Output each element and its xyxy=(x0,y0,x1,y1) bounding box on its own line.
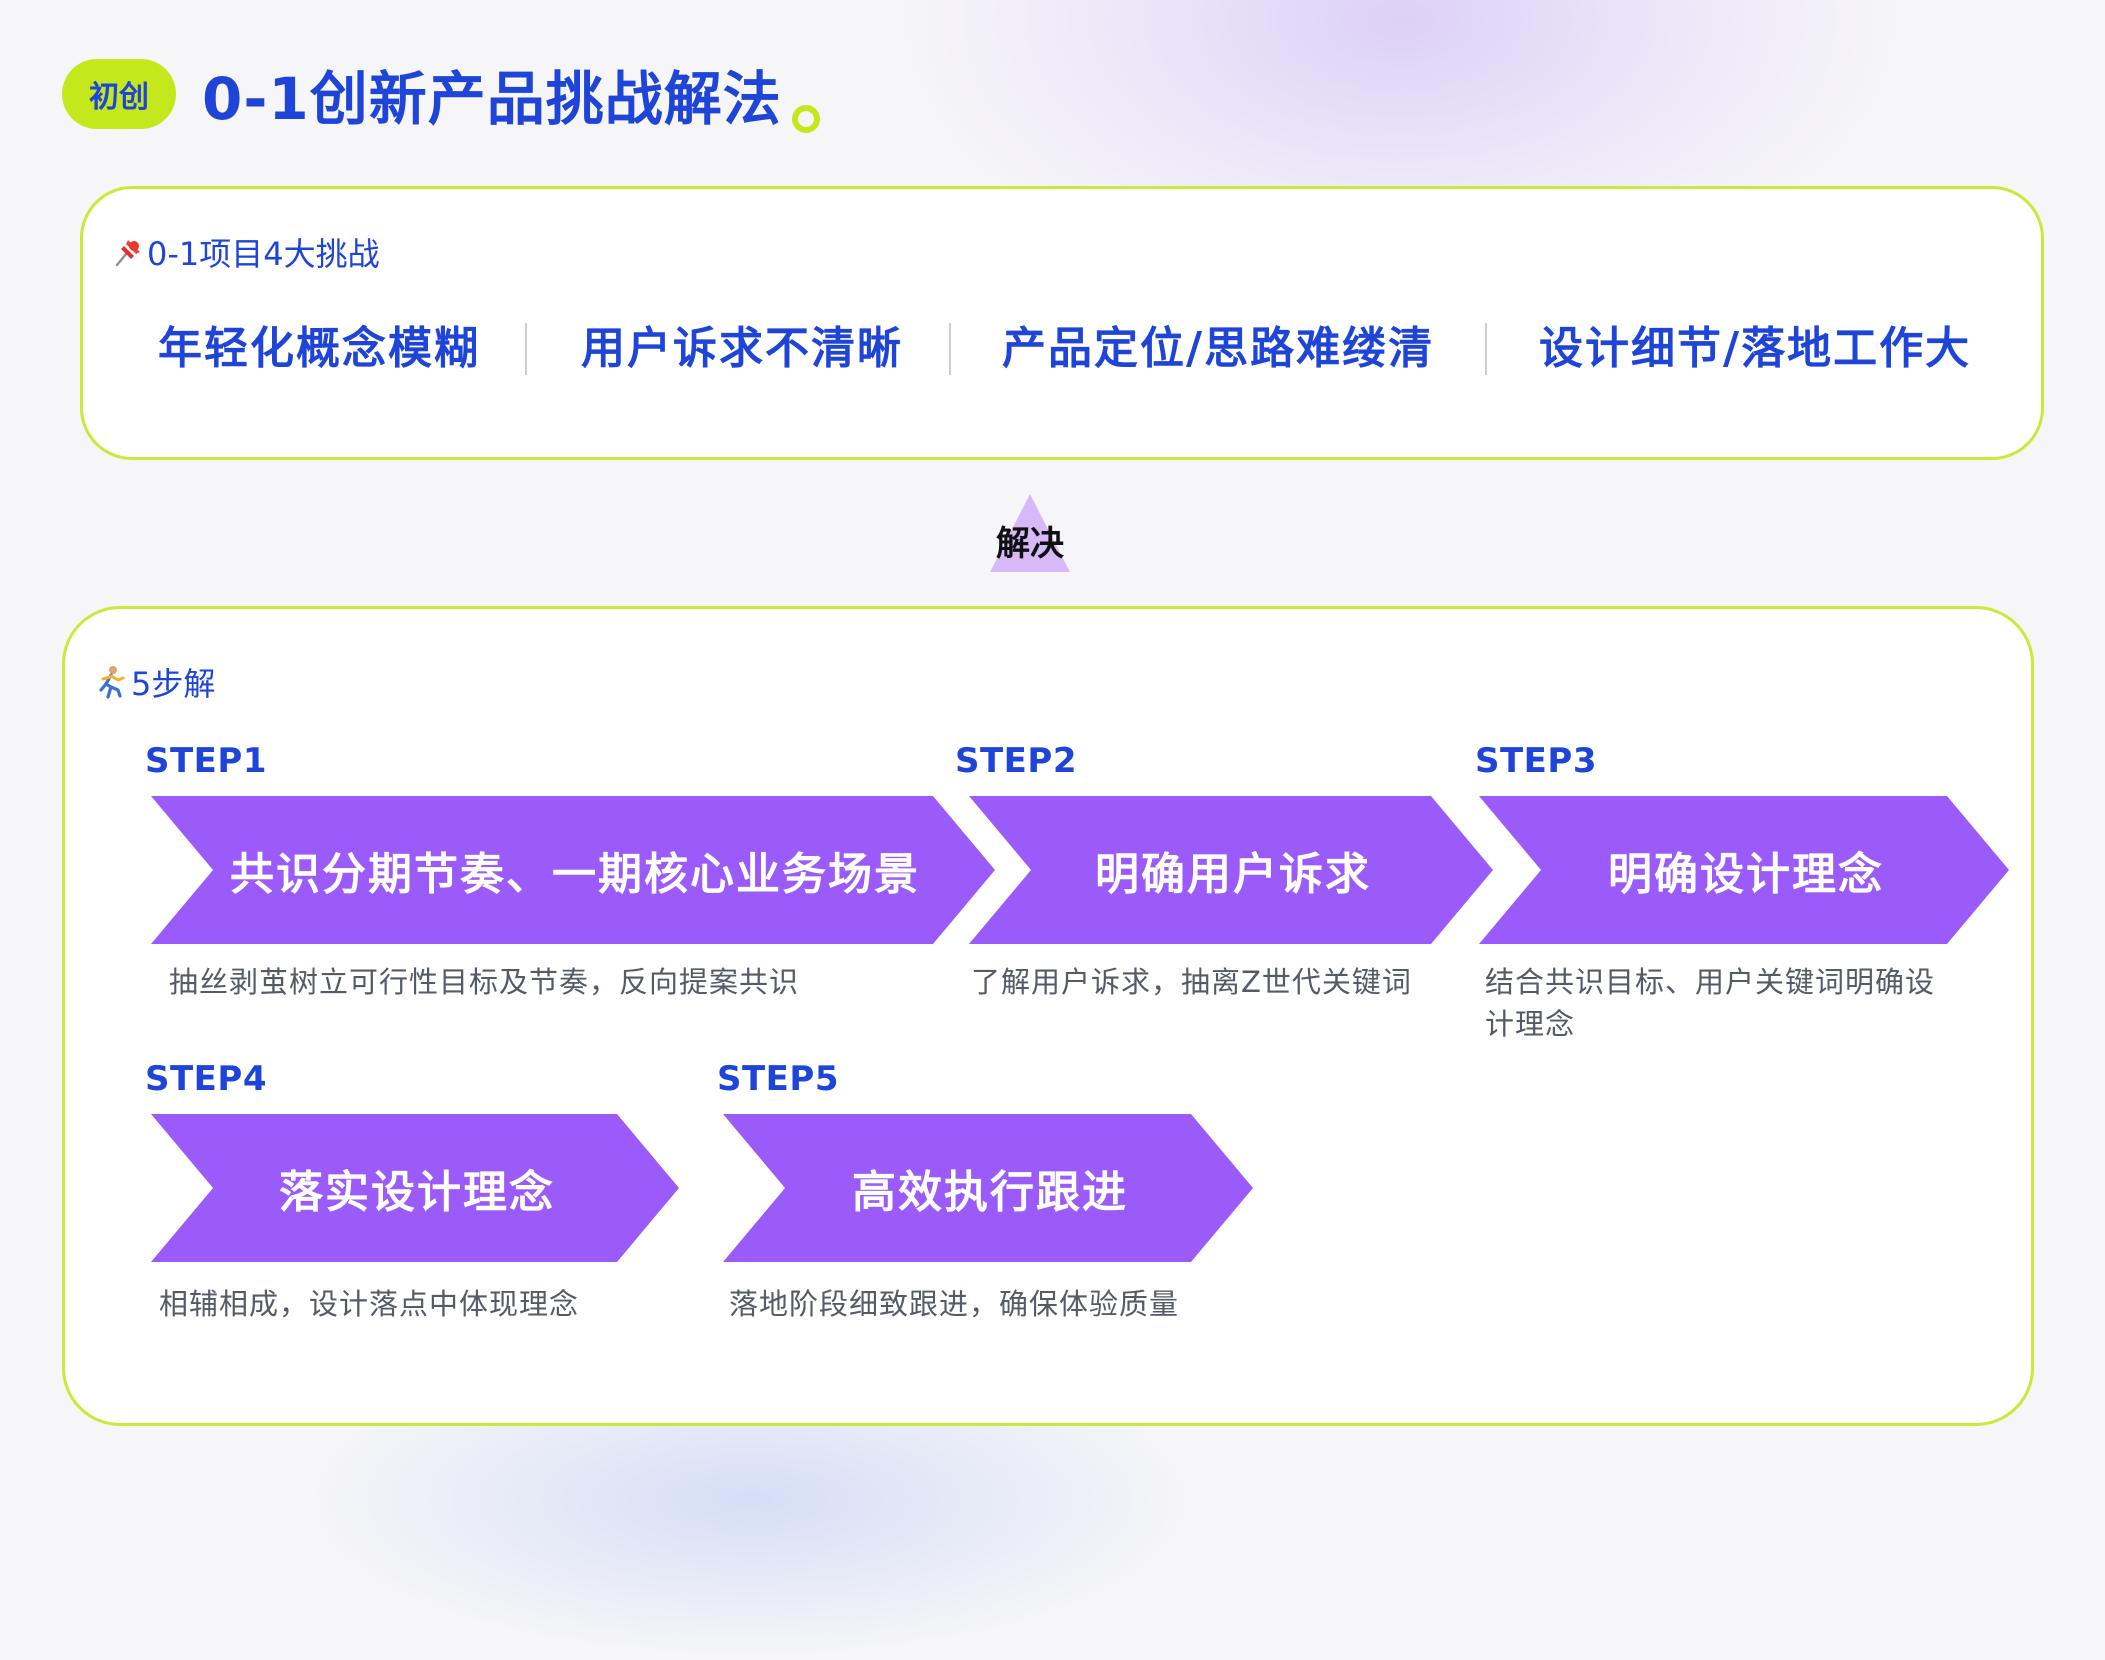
step-description: 抽丝剥茧树立可行性目标及节奏，反向提案共识 xyxy=(169,965,800,999)
step-title: 高效执行跟进 xyxy=(852,1167,1128,1218)
category-badge: 初创 xyxy=(62,59,176,129)
step-title: 明确用户诉求 xyxy=(1095,849,1371,900)
challenges-heading-text: 0-1项目4大挑战 xyxy=(147,235,380,273)
resolve-connector: 解决 xyxy=(990,494,1070,574)
step-chevron: 高效执行跟进 xyxy=(723,1114,1253,1262)
step-chevron: 明确用户诉求 xyxy=(969,796,1493,944)
page-title-text: 0-1创新产品挑战解法 xyxy=(202,65,782,133)
challenge-item: 产品定位/思路难缕清 xyxy=(1002,323,1435,374)
step-label: STEP5 xyxy=(717,1059,839,1099)
challenge-divider xyxy=(525,323,527,375)
step-chevron: 明确设计理念 xyxy=(1479,796,2009,944)
challenge-divider xyxy=(949,323,951,375)
step-title: 明确设计理念 xyxy=(1608,849,1884,900)
solution-card: 5步解 STEP1 共识分期节奏、一期核心业务场景 抽丝剥茧树立可行性目标及节奏… xyxy=(62,606,2034,1426)
page-header: 初创 0-1创新产品挑战解法 xyxy=(62,58,820,133)
step-label: STEP4 xyxy=(145,1059,267,1099)
challenge-item: 设计细节/落地工作大 xyxy=(1539,323,1972,374)
runner-icon xyxy=(99,666,125,699)
step-label: STEP2 xyxy=(955,741,1077,781)
challenge-item: 用户诉求不清晰 xyxy=(581,323,903,374)
challenge-item: 年轻化概念模糊 xyxy=(158,323,480,374)
step-title: 落实设计理念 xyxy=(279,1167,555,1218)
resolve-label: 解决 xyxy=(996,524,1064,564)
step-chevron: 共识分期节奏、一期核心业务场景 xyxy=(151,796,995,944)
step-label: STEP3 xyxy=(1475,741,1597,781)
page-title: 0-1创新产品挑战解法 xyxy=(202,52,820,136)
solution-heading-text: 5步解 xyxy=(131,665,216,703)
step-description: 相辅相成，设计落点中体现理念 xyxy=(159,1287,580,1321)
step-description: 结合共识目标、用户关键词明确设计理念 xyxy=(1485,965,1936,1041)
solution-heading: 5步解 xyxy=(93,659,215,705)
step-description: 了解用户诉求，抽离Z世代关键词 xyxy=(971,965,1412,999)
step-description: 落地阶段细致跟进，确保体验质量 xyxy=(729,1287,1180,1321)
step-chevron: 落实设计理念 xyxy=(151,1114,679,1262)
step-title: 共识分期节奏、一期核心业务场景 xyxy=(230,849,920,900)
challenges-list: 年轻化概念模糊 用户诉求不清晰 产品定位/思路难缕清 设计细节/落地工作大 xyxy=(83,313,2041,385)
title-dot-icon xyxy=(791,105,820,133)
challenges-heading: 0-1项目4大挑战 xyxy=(111,229,380,275)
step-label: STEP1 xyxy=(145,741,267,781)
challenges-card: 0-1项目4大挑战 年轻化概念模糊 用户诉求不清晰 产品定位/思路难缕清 设计细… xyxy=(80,186,2044,460)
pushpin-icon xyxy=(115,240,140,267)
challenge-divider xyxy=(1485,323,1487,375)
